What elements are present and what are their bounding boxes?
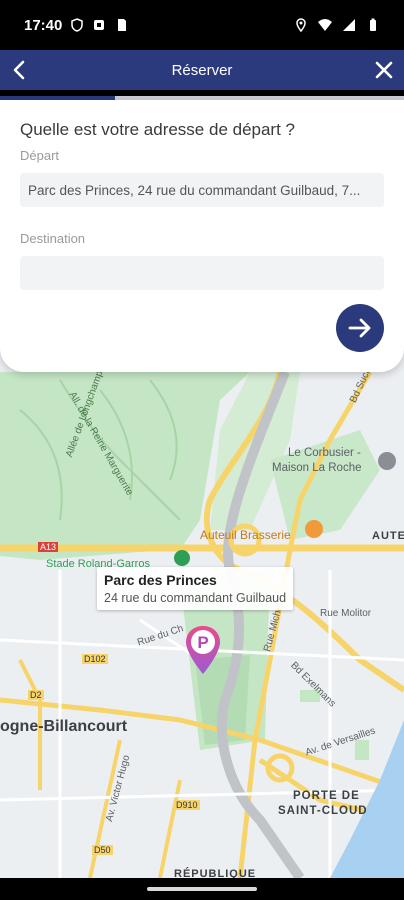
home-indicator[interactable] xyxy=(147,887,257,891)
status-bar: 17:40 xyxy=(0,0,404,50)
next-button[interactable] xyxy=(336,304,384,352)
back-arrow-icon[interactable] xyxy=(8,58,32,82)
map-label-porte-2: SAINT-CLOUD xyxy=(278,805,368,817)
map-label-le-corbusier-1: Le Corbusier - xyxy=(288,447,361,459)
vpn-shield-icon xyxy=(71,18,84,32)
map-label-porte-1: PORTE DE xyxy=(293,790,360,802)
app-bar: Réserver xyxy=(0,50,404,90)
notification-icon xyxy=(94,20,105,30)
system-nav-bar xyxy=(0,878,404,900)
map-label-republique: RÉPUBLIQUE xyxy=(174,868,257,878)
stadium-marker-icon[interactable] xyxy=(174,550,190,566)
departure-field[interactable]: Parc des Princes, 24 rue du commandant G… xyxy=(20,173,384,207)
sim-card-icon xyxy=(118,19,127,31)
arrow-right-icon xyxy=(348,318,371,338)
map-label-boulogne: ogne-Billancourt xyxy=(0,718,128,735)
place-info-card[interactable]: Parc des Princes 24 rue du commandant Gu… xyxy=(97,567,294,610)
destination-label: Destination xyxy=(20,231,86,246)
map-label-d910: D910 xyxy=(174,800,200,810)
map-label-d2: D2 xyxy=(28,690,44,700)
map-label-aute: AUTE xyxy=(372,530,404,542)
map-label-le-corbusier-2: Maison La Roche xyxy=(272,462,362,474)
place-name: Parc des Princes xyxy=(104,572,217,588)
landmark-marker-icon[interactable] xyxy=(378,452,396,470)
wifi-icon xyxy=(318,19,332,31)
location-icon xyxy=(296,18,306,32)
map-label-rue-molitor: Rue Molitor xyxy=(320,608,372,619)
status-time: 17:40 xyxy=(24,16,63,34)
parking-pin-icon[interactable]: P xyxy=(183,624,223,676)
departure-label: Départ xyxy=(20,148,60,163)
address-form-card: Quelle est votre adresse de départ ? Dép… xyxy=(0,100,404,372)
destination-field[interactable] xyxy=(20,256,384,290)
form-question: Quelle est votre adresse de départ ? xyxy=(20,120,295,139)
close-icon[interactable] xyxy=(372,58,396,82)
page-title: Réserver xyxy=(171,61,233,79)
restaurant-marker-icon[interactable] xyxy=(305,520,323,538)
map-label-a13: A13 xyxy=(38,542,59,552)
pin-letter: P xyxy=(197,633,208,652)
battery-icon xyxy=(370,18,376,31)
map-label-d50: D50 xyxy=(92,845,113,855)
place-address: 24 rue du commandant Guilbaud xyxy=(104,591,287,605)
signal-icon xyxy=(343,19,355,31)
map-label-d102: D102 xyxy=(82,654,108,664)
map-label-auteuil-brasserie: Auteuil Brasserie xyxy=(200,528,291,542)
